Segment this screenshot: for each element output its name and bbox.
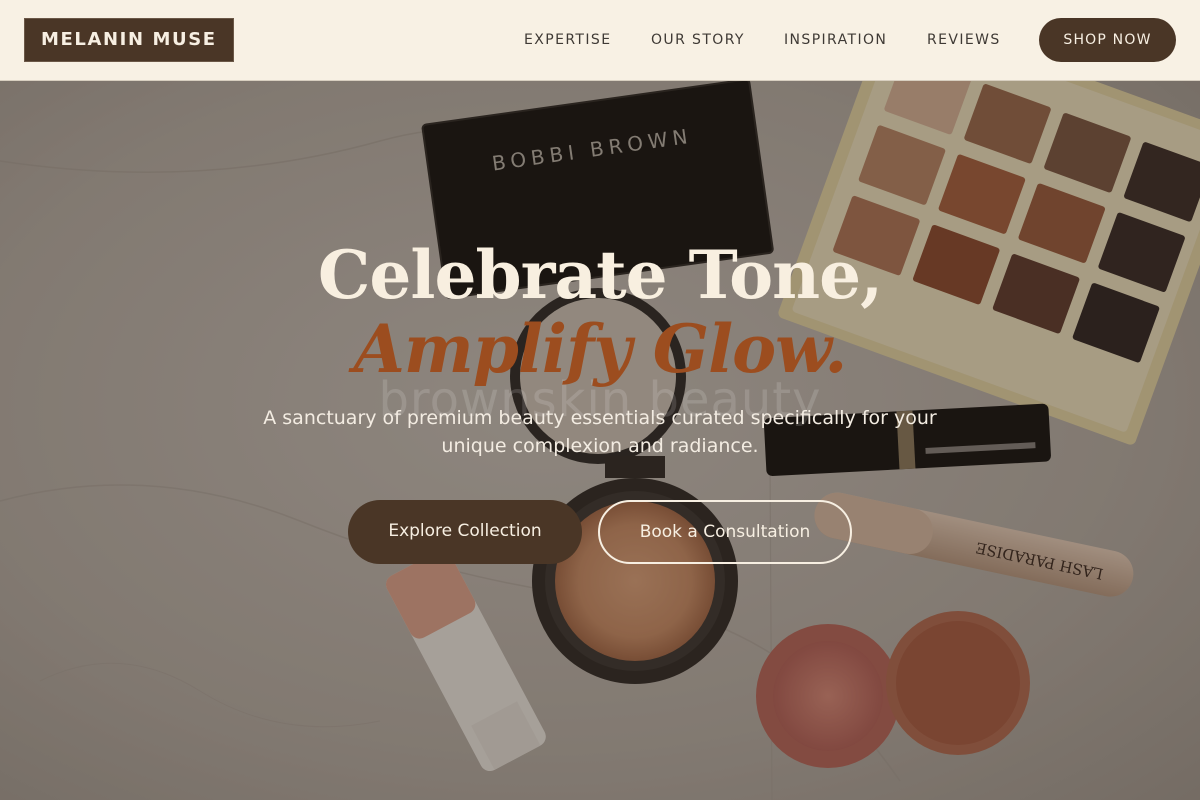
site-header: MELANIN MUSE EXPERTISE OUR STORY INSPIRA… [0, 0, 1200, 81]
nav-link-expertise[interactable]: EXPERTISE [524, 0, 611, 80]
explore-collection-button[interactable]: Explore Collection [348, 500, 582, 564]
hero-section: BOBBI BROWN LASH PARADISE brownskin beau… [0, 81, 1200, 800]
hero-subtitle: A sanctuary of premium beauty essentials… [263, 407, 937, 457]
shop-now-button[interactable]: SHOP NOW [1039, 18, 1176, 62]
hero-headline-line1: Celebrate Tone, [317, 236, 883, 314]
nav-link-our-story[interactable]: OUR STORY [651, 0, 745, 80]
book-consultation-button[interactable]: Book a Consultation [598, 500, 852, 564]
logo[interactable]: MELANIN MUSE [24, 18, 234, 62]
nav-link-reviews[interactable]: REVIEWS [927, 0, 1001, 80]
hero-headline-line2: Amplify Glow. [353, 310, 848, 388]
nav-link-inspiration[interactable]: INSPIRATION [784, 0, 887, 80]
